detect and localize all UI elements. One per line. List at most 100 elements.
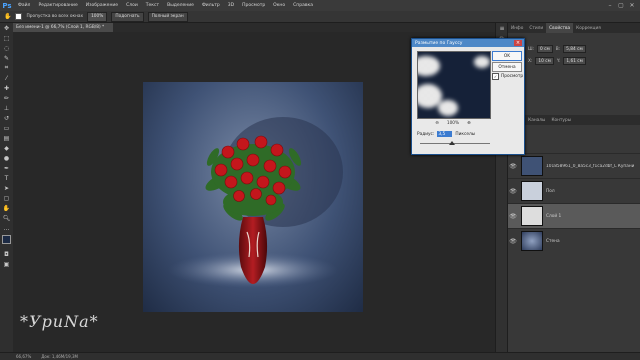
color-swatches[interactable] <box>0 233 14 249</box>
fill-screen-button[interactable]: Полный экран <box>147 11 188 22</box>
pen-tool-icon[interactable]: ✒ <box>0 163 13 173</box>
tab-styles[interactable]: Стили <box>526 23 546 33</box>
menu-select[interactable]: Выделение <box>163 3 198 8</box>
menu-image[interactable]: Изображение <box>82 3 122 8</box>
menu-layer[interactable]: Слои <box>122 3 142 8</box>
status-zoom: 66,67% <box>16 354 32 359</box>
screen-mode-icon[interactable]: ▣ <box>0 259 13 269</box>
x-field[interactable]: 10 см <box>535 57 554 65</box>
properties-tabs: Инфо Стили Свойства Коррекция <box>508 23 640 33</box>
history-brush-icon[interactable]: ↺ <box>0 113 13 123</box>
menu-help[interactable]: Справка <box>289 3 317 8</box>
layer-name: 101858961_0_8a5c3_f1ca2dbf_L Купание_гр.… <box>546 163 634 169</box>
tab-channels[interactable]: Каналы <box>525 115 548 125</box>
y-label: Y: <box>556 58 561 64</box>
right-panel: Инфо Стили Свойства Коррекция Ш: 0 см В:… <box>507 23 640 352</box>
radius-row: Радиус: 3,5 Пикселы <box>417 131 475 137</box>
layers-tabs: Слои Каналы Контуры <box>508 115 640 125</box>
radius-input[interactable]: 3,5 <box>437 131 453 137</box>
stamp-tool-icon[interactable]: ⊥ <box>0 103 13 113</box>
ok-button[interactable]: OK <box>492 51 522 61</box>
width-field[interactable]: 0 см <box>537 45 553 53</box>
eye-icon[interactable]: 👁︎ <box>508 238 518 245</box>
gradient-tool-icon[interactable]: ▤ <box>0 133 13 143</box>
layer-thumbnail <box>521 181 543 201</box>
tab-adjustments[interactable]: Коррекция <box>573 23 604 33</box>
tab-properties[interactable]: Свойства <box>546 23 574 33</box>
hand-tool-icon: ✋ <box>4 13 12 20</box>
zoom-tool-icon[interactable]: 🔍︎ <box>0 213 13 223</box>
shape-tool-icon[interactable]: ▢ <box>0 193 13 203</box>
document-canvas[interactable] <box>143 82 363 312</box>
brush-tool-icon[interactable]: ✏ <box>0 93 13 103</box>
menu-type[interactable]: Текст <box>142 3 163 8</box>
path-select-tool-icon[interactable]: ➤ <box>0 183 13 193</box>
zoom-out-icon[interactable]: ⊖ <box>435 121 439 126</box>
photoshop-logo: Ps <box>2 1 12 10</box>
zoom-field[interactable]: 100% <box>87 11 108 22</box>
layer-row-floor[interactable]: 👁︎ Пол <box>508 178 640 203</box>
height-field[interactable]: 5,84 см <box>563 45 586 53</box>
dodge-tool-icon[interactable]: ● <box>0 153 13 163</box>
layer-row-wall[interactable]: 👁︎ Стена <box>508 228 640 253</box>
radius-slider-track[interactable] <box>420 143 490 144</box>
eyedropper-tool-icon[interactable]: ⁄ <box>0 73 13 83</box>
eye-icon[interactable]: 👁︎ <box>508 213 518 220</box>
preview-zoom-value: 100% <box>446 121 460 126</box>
move-tool-icon[interactable]: ✥ <box>0 23 13 33</box>
hand-tool-icon[interactable]: ✋ <box>0 203 13 213</box>
menu-view[interactable]: Просмотр <box>238 3 269 8</box>
options-bar: ✋ Пропустка во всех окнах 100% Подогнать… <box>0 11 640 23</box>
menu-file[interactable]: Файл <box>14 3 34 8</box>
foreground-color-swatch[interactable] <box>2 235 11 244</box>
close-icon[interactable]: ✕ <box>628 1 636 9</box>
blur-tool-icon[interactable]: ◆ <box>0 143 13 153</box>
eye-icon[interactable]: 👁︎ <box>508 188 518 195</box>
preview-toggle[interactable]: ✓ Просмотр <box>492 73 523 80</box>
eye-icon[interactable]: 👁︎ <box>508 163 518 170</box>
menu-3d[interactable]: 3D <box>224 3 238 8</box>
dialog-title: Размытие по Гауссу <box>415 40 463 46</box>
zoom-in-icon[interactable]: ⊕ <box>467 121 471 126</box>
minimize-icon[interactable]: – <box>606 1 614 9</box>
marquee-tool-icon[interactable]: ⬚ <box>0 33 13 43</box>
quick-mask-icon[interactable]: ◘ <box>0 249 13 259</box>
eraser-tool-icon[interactable]: ▭ <box>0 123 13 133</box>
layer-thumbnail <box>521 206 543 226</box>
crop-tool-icon[interactable]: ⌗ <box>0 63 13 73</box>
vase-artwork <box>168 117 343 288</box>
preview-checkbox[interactable]: ✓ <box>492 73 499 80</box>
radius-unit: Пикселы <box>455 131 476 137</box>
status-bar: 66,67% Док: 1,46M/19,3M <box>0 352 640 360</box>
preview-zoom-row: ⊖ 100% ⊕ <box>417 121 489 126</box>
gaussian-blur-dialog: Размытие по Гауссу × OK Отмена ✓ Просмот… <box>411 38 525 155</box>
menu-window[interactable]: Окно <box>269 3 289 8</box>
tab-paths[interactable]: Контуры <box>548 115 574 125</box>
type-tool-icon[interactable]: T <box>0 173 13 183</box>
document-tab[interactable]: Без имени-1 @ 66,7% (Слой 1, RGB/8) * <box>13 23 113 32</box>
healing-tool-icon[interactable]: ✚ <box>0 83 13 93</box>
menu-filter[interactable]: Фильтр <box>198 3 224 8</box>
layer-thumbnail <box>521 156 543 176</box>
maximize-icon[interactable]: ▢ <box>617 1 625 9</box>
preview-label: Просмотр <box>501 74 524 79</box>
tools-panel: ✥ ⬚ ◌ ✎ ⌗ ⁄ ✚ ✏ ⊥ ↺ ▭ ▤ ◆ ● ✒ T ➤ ▢ ✋ 🔍︎… <box>0 23 14 360</box>
y-field[interactable]: 1,61 см <box>563 57 586 65</box>
close-icon[interactable]: × <box>514 40 522 46</box>
dialog-titlebar[interactable]: Размытие по Гауссу × <box>412 39 524 47</box>
scroll-all-checkbox[interactable] <box>15 13 23 20</box>
tab-info[interactable]: Инфо <box>508 23 526 33</box>
layers-options <box>508 125 640 153</box>
blur-preview[interactable] <box>417 51 491 119</box>
quick-select-tool-icon[interactable]: ✎ <box>0 53 13 63</box>
layer-row-layer1[interactable]: 👁︎ Слой 1 <box>508 203 640 228</box>
cancel-button[interactable]: Отмена <box>492 62 522 72</box>
radius-slider-thumb[interactable] <box>448 141 455 145</box>
fit-screen-button[interactable]: Подогнать <box>111 11 144 22</box>
document-tab-title: Без имени-1 @ 66,7% (Слой 1, RGB/8) * <box>16 25 105 30</box>
more-tools-icon[interactable]: … <box>0 223 13 233</box>
preview-image <box>418 52 490 118</box>
lasso-tool-icon[interactable]: ◌ <box>0 43 13 53</box>
menu-edit[interactable]: Редактирование <box>34 3 81 8</box>
layer-row-flowers[interactable]: 👁︎ 101858961_0_8a5c3_f1ca2dbf_L Купание_… <box>508 153 640 178</box>
